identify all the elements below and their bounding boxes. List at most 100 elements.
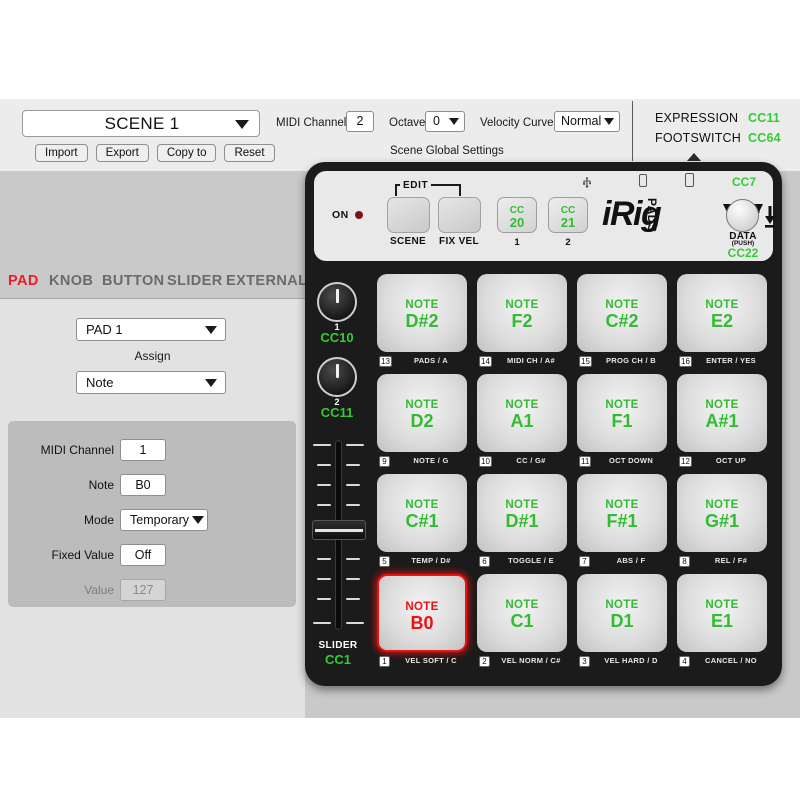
knob-2[interactable] bbox=[317, 357, 357, 397]
chevron-up-icon[interactable] bbox=[687, 153, 701, 161]
cc20-hw-button[interactable]: CC 20 bbox=[497, 197, 537, 233]
pad-14-function: MIDI CH / A# bbox=[507, 356, 555, 365]
pad-12-number: 12 bbox=[679, 456, 692, 467]
pad-16-function: ENTER / YES bbox=[706, 356, 756, 365]
scene-selector[interactable]: SCENE 1 bbox=[22, 110, 260, 137]
pad-10-note: A1 bbox=[510, 411, 534, 431]
topbar-divider bbox=[632, 101, 633, 161]
reset-button[interactable]: Reset bbox=[224, 144, 275, 162]
power-on-label: ON bbox=[332, 209, 349, 221]
pad-13-function: PADS / A bbox=[413, 356, 449, 365]
pad-selector[interactable]: PAD 1 bbox=[76, 318, 226, 341]
knob-1[interactable] bbox=[317, 282, 357, 322]
pad-cell: NOTE F1 11 OCT DOWN bbox=[577, 374, 667, 472]
pad-5[interactable]: NOTE C#1 bbox=[377, 474, 467, 552]
device-header-panel: ON EDIT SCENE FIX VEL CC 20 1 CC 21 2 iR… bbox=[314, 171, 775, 261]
pad-10-function: CC / G# bbox=[516, 456, 546, 465]
app-root: SCENE 1 Import Export Copy to Reset MIDI… bbox=[0, 99, 800, 718]
usb-icon bbox=[580, 174, 594, 188]
pad-2-note: C1 bbox=[510, 611, 534, 631]
pad-16[interactable]: NOTE E2 bbox=[677, 274, 767, 352]
pad-8[interactable]: NOTE G#1 bbox=[677, 474, 767, 552]
pad-6[interactable]: NOTE D#1 bbox=[477, 474, 567, 552]
pad-5-function: TEMP / D# bbox=[411, 556, 451, 565]
pad-cell: NOTE A#1 12 OCT UP bbox=[677, 374, 767, 472]
slider-cc: CC1 bbox=[324, 652, 351, 667]
assign-selector-value: Note bbox=[86, 375, 114, 390]
pad-10[interactable]: NOTE A1 bbox=[477, 374, 567, 452]
pad-11[interactable]: NOTE F1 bbox=[577, 374, 667, 452]
pad-cell: NOTE D2 9 NOTE / G bbox=[377, 374, 467, 472]
chevron-down-icon bbox=[205, 379, 217, 387]
expression-row: EXPRESSION bbox=[655, 111, 738, 125]
pad-cell: NOTE C#2 15 PROG CH / B bbox=[577, 274, 667, 372]
pad-13-type: NOTE bbox=[405, 299, 439, 311]
slider-tick bbox=[346, 504, 360, 506]
fix-vel-hw-button[interactable] bbox=[438, 197, 481, 233]
octave-value: 0 bbox=[433, 114, 440, 128]
pad-12[interactable]: NOTE A#1 bbox=[677, 374, 767, 452]
pad-13[interactable]: NOTE D#2 bbox=[377, 274, 467, 352]
assign-selector[interactable]: Note bbox=[76, 371, 226, 394]
pad-parameters-panel: MIDI Channel 1 Note B0 Mode Temporary Fi… bbox=[8, 421, 296, 607]
pad-cell: NOTE E2 16 ENTER / YES bbox=[677, 274, 767, 372]
pad-7[interactable]: NOTE F#1 bbox=[577, 474, 667, 552]
pad-1[interactable]: NOTE B0 bbox=[377, 574, 467, 652]
tab-external[interactable]: EXTERNAL bbox=[226, 273, 307, 289]
octave-selector[interactable]: 0 bbox=[425, 111, 465, 132]
tab-slider[interactable]: SLIDER bbox=[167, 273, 223, 289]
pad-9[interactable]: NOTE D2 bbox=[377, 374, 467, 452]
tab-pad[interactable]: PAD bbox=[8, 273, 39, 289]
pad-3-note: D1 bbox=[610, 611, 634, 631]
cc21-hw-button[interactable]: CC 21 bbox=[548, 197, 588, 233]
pad-13-note: D#2 bbox=[405, 311, 439, 331]
brand-sub-label: PADS bbox=[645, 198, 659, 233]
param-input-midi-channel[interactable]: 1 bbox=[120, 439, 166, 461]
import-button[interactable]: Import bbox=[35, 144, 88, 162]
pad-15-note: C#2 bbox=[605, 311, 639, 331]
export-button[interactable]: Export bbox=[95, 144, 149, 162]
param-input-fixed-value[interactable]: Off bbox=[120, 544, 166, 566]
tab-button[interactable]: BUTTON bbox=[102, 273, 165, 289]
pad-selector-value: PAD 1 bbox=[86, 322, 123, 337]
slider-tick bbox=[346, 444, 364, 446]
pad-4-note: E1 bbox=[710, 611, 734, 631]
copy-to-button[interactable]: Copy to bbox=[156, 144, 217, 162]
knob-1-cc: CC10 bbox=[320, 330, 354, 345]
slider-tick bbox=[313, 444, 331, 446]
pad-1-number: 1 bbox=[379, 656, 390, 667]
pad-9-function: NOTE / G bbox=[413, 456, 449, 465]
param-input-note[interactable]: B0 bbox=[120, 474, 166, 496]
pad-14[interactable]: NOTE F2 bbox=[477, 274, 567, 352]
pad-15[interactable]: NOTE C#2 bbox=[577, 274, 667, 352]
slider-tick bbox=[346, 622, 364, 624]
data-knob[interactable] bbox=[726, 199, 759, 232]
slider-handle[interactable] bbox=[312, 520, 366, 540]
scene-action-buttons: Import Export Copy to Reset bbox=[35, 144, 275, 162]
scene-global-settings-label: Scene Global Settings bbox=[390, 145, 504, 157]
pad-4-number: 4 bbox=[679, 656, 690, 667]
pad-2[interactable]: NOTE C1 bbox=[477, 574, 567, 652]
edit-label: EDIT bbox=[400, 180, 432, 191]
midi-channel-input[interactable]: 2 bbox=[346, 111, 374, 132]
pad-2-type: NOTE bbox=[505, 599, 539, 611]
pad-1-function: VEL SOFT / C bbox=[405, 656, 457, 665]
pad-cell: NOTE F#1 7 ABS / F bbox=[577, 474, 667, 572]
velocity-curve-selector[interactable]: Normal bbox=[554, 111, 620, 132]
velocity-curve-value: Normal bbox=[561, 114, 602, 128]
scene-hw-button[interactable] bbox=[387, 197, 430, 233]
pad-15-type: NOTE bbox=[605, 299, 639, 311]
pad-4[interactable]: NOTE E1 bbox=[677, 574, 767, 652]
slider-tick bbox=[313, 622, 331, 624]
pad-2-function: VEL NORM / C# bbox=[501, 656, 561, 665]
tab-knob[interactable]: KNOB bbox=[49, 273, 93, 289]
pad-10-type: NOTE bbox=[505, 399, 539, 411]
velocity-curve-label: Velocity Curve bbox=[480, 117, 554, 129]
slider-label: SLIDER bbox=[318, 640, 358, 651]
pad-11-number: 11 bbox=[579, 456, 592, 467]
pad-3[interactable]: NOTE D1 bbox=[577, 574, 667, 652]
chevron-down-icon bbox=[205, 326, 217, 334]
param-row-fixed-value: Fixed Value Off bbox=[20, 544, 200, 566]
pad-5-number: 5 bbox=[379, 556, 390, 567]
pad-cell: NOTE D#1 6 TOGGLE / E bbox=[477, 474, 567, 572]
